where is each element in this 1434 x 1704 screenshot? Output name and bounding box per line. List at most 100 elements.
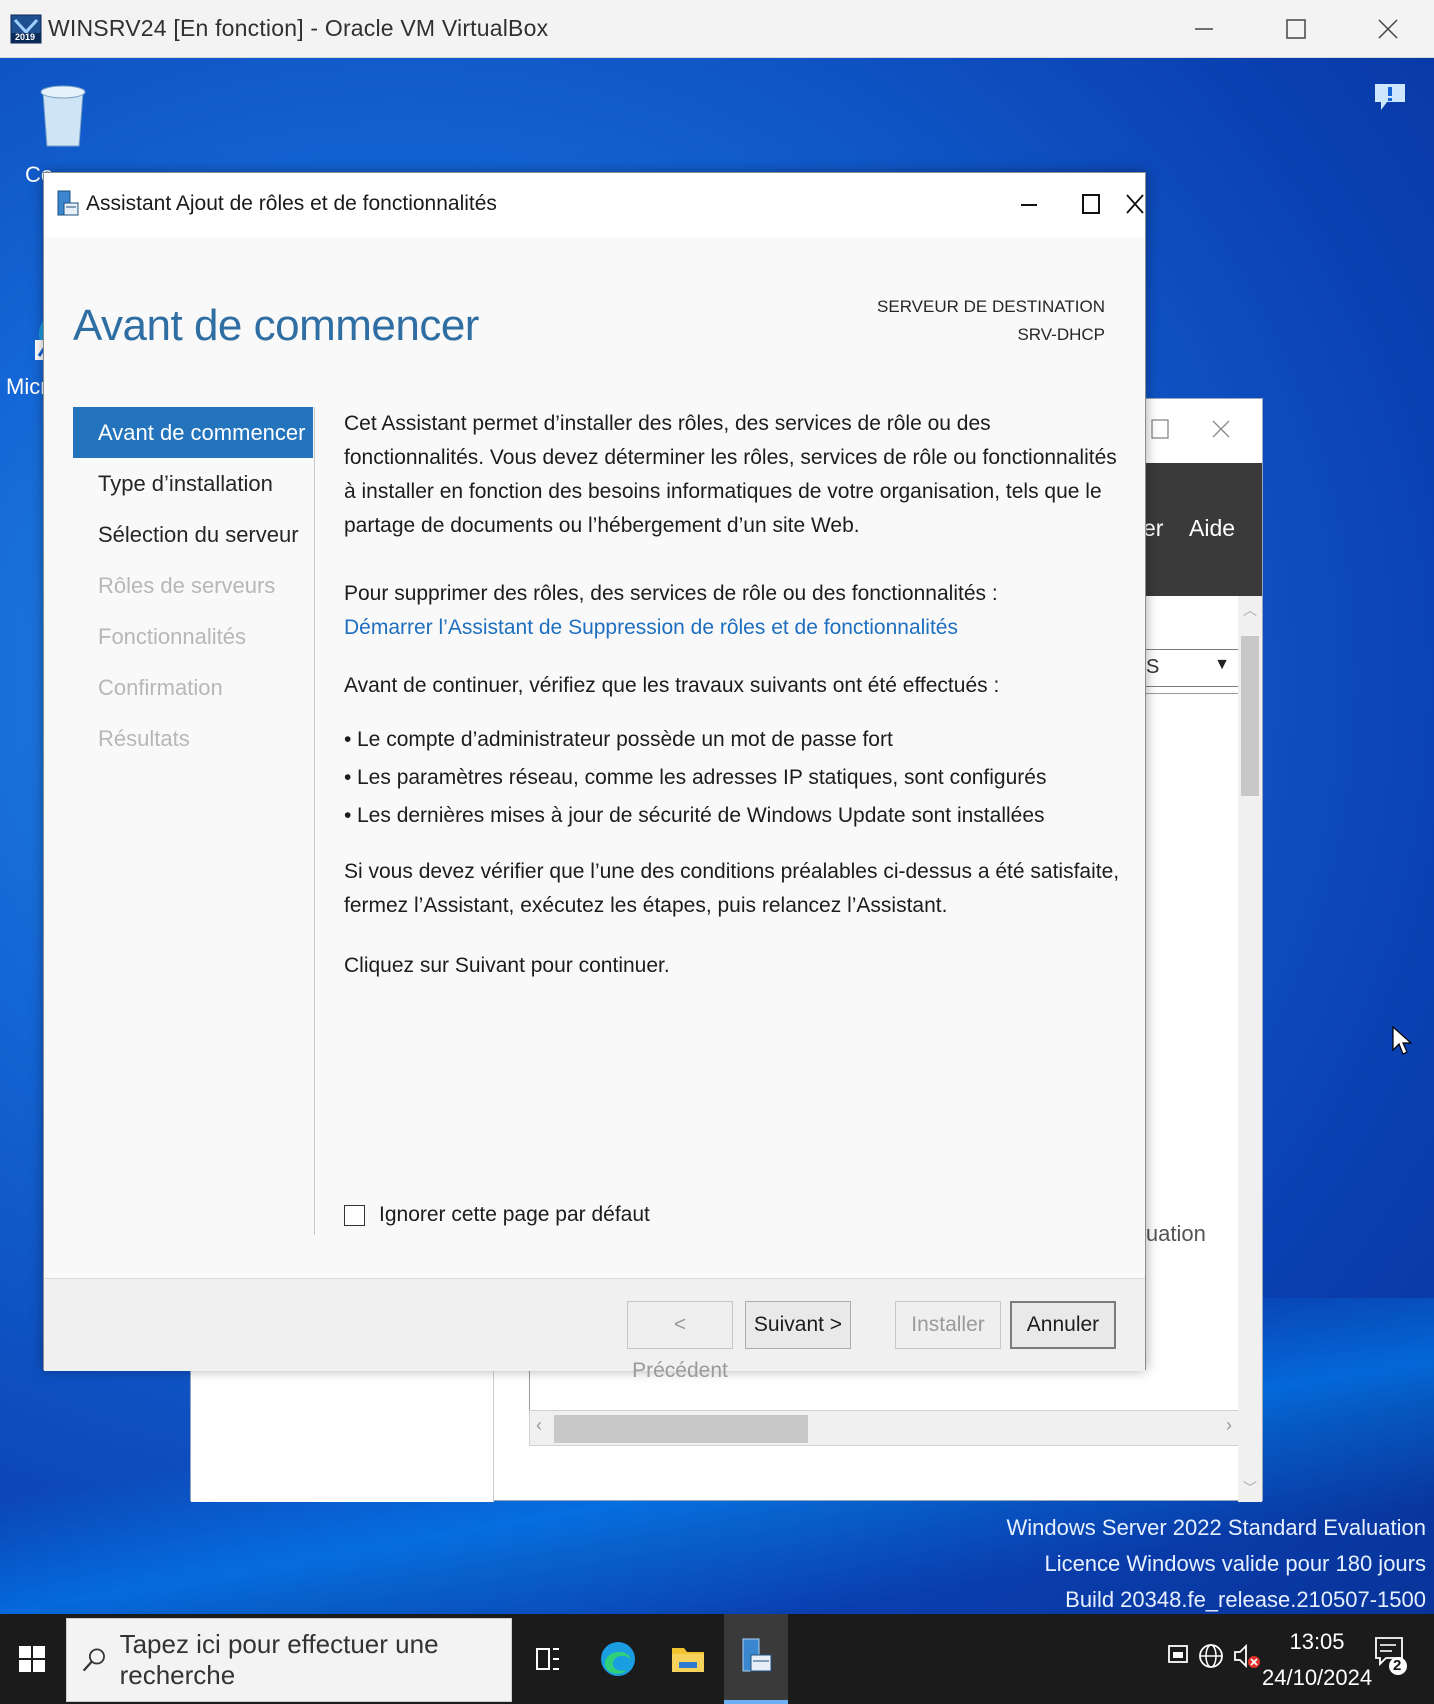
destination-value: SRV-DHCP (1017, 325, 1105, 344)
list-item: Le compte d’administrateur possède un mo… (344, 721, 1124, 759)
add-roles-wizard-dialog: Assistant Ajout de rôles et de fonctionn… (43, 172, 1146, 1382)
task-view-button[interactable] (516, 1614, 580, 1704)
host-titlebar: 2019 WINSRV24 [En fonction] - Oracle VM … (0, 0, 1434, 58)
recycle-bin-icon (40, 85, 86, 147)
taskbar: Tapez ici pour effectuer une recherche 1… (0, 1614, 1434, 1704)
maximize-icon (1151, 419, 1169, 439)
destination-server: SERVEUR DE DESTINATION SRV-DHCP (877, 293, 1105, 349)
start-button[interactable] (0, 1614, 64, 1704)
virtualbox-vm-icon: 2019 (10, 14, 42, 44)
notification-count-badge: 2 (1393, 1657, 1402, 1674)
folder-icon (672, 1648, 704, 1672)
nav-step-server-roles: Rôles de serveurs (98, 573, 276, 598)
wizard-window-title: Assistant Ajout de rôles et de fonctionn… (86, 192, 497, 215)
clock-date: 24/10/2024 (1262, 1665, 1373, 1690)
scroll-right-icon[interactable]: › (1226, 1415, 1232, 1436)
wizard-step-nav: Avant de commencer Type d’installation S… (73, 407, 313, 764)
close-icon (1378, 19, 1398, 39)
close-icon (1125, 194, 1144, 214)
host-close-button[interactable] (1342, 0, 1434, 58)
skip-page-option[interactable]: Ignorer cette page par défaut (344, 1203, 650, 1227)
verify-text: Si vous devez vérifier que l’une des con… (344, 860, 1120, 917)
clock-time: 13:05 (1289, 1629, 1345, 1654)
wizard-maximize-button[interactable] (1060, 173, 1122, 235)
skip-page-label[interactable]: Ignorer cette page par défaut (379, 1203, 650, 1227)
close-icon (1212, 420, 1230, 438)
destination-label: SERVEUR DE DESTINATION (877, 297, 1105, 316)
globe-network-icon[interactable] (1198, 1642, 1224, 1675)
server-manager-icon (742, 1638, 772, 1672)
wizard-minimize-button[interactable] (998, 173, 1060, 235)
skip-page-checkbox[interactable] (344, 1204, 365, 1226)
taskbar-search-box[interactable]: Tapez ici pour effectuer une recherche (66, 1618, 512, 1702)
vertical-scroll-thumb[interactable] (1241, 636, 1259, 796)
nav-step-server-selection[interactable]: Sélection du serveur (73, 509, 313, 560)
remove-roles-wizard-link[interactable]: Démarrer l’Assistant de Suppression de r… (344, 616, 958, 639)
feedback-icon[interactable] (1373, 82, 1407, 112)
minimize-icon (1021, 204, 1037, 206)
list-item: Les dernières mises à jour de sécurité d… (344, 797, 1124, 835)
notification-icon (1375, 1637, 1407, 1675)
page-title: Avant de commencer (73, 301, 479, 350)
menu-partial[interactable]: er (1143, 515, 1163, 542)
virtualbox-window: 2019 WINSRV24 [En fonction] - Oracle VM … (0, 0, 1434, 1704)
vertical-scrollbar[interactable]: ︿ ﹀ (1238, 596, 1262, 1502)
volume-muted-icon[interactable] (1232, 1642, 1260, 1675)
maximize-icon (1082, 194, 1100, 214)
server-manager-icon (56, 189, 80, 219)
wizard-content: Cet Assistant permet d’installer des rôl… (344, 407, 1124, 983)
watermark-build: Build 20348.fe_release.210507-1500 (1065, 1587, 1426, 1612)
list-item: Les paramètres réseau, comme les adresse… (344, 759, 1124, 797)
windows-logo-icon (19, 1646, 45, 1672)
host-icon-badge: 2019 (15, 32, 36, 42)
host-window-title: WINSRV24 [En fonction] - Oracle VM Virtu… (48, 15, 549, 41)
horizontal-scrollbar[interactable]: ‹ › (529, 1410, 1241, 1446)
prerequisites-list: Le compte d’administrateur possède un mo… (344, 721, 1124, 835)
watermark-license: Licence Windows valide pour 180 jours (1044, 1551, 1426, 1576)
nav-step-features: Fonctionnalités (98, 624, 246, 649)
cancel-button[interactable]: Annuler (1010, 1301, 1116, 1349)
nav-step-results: Résultats (98, 726, 190, 751)
install-button[interactable]: Installer (895, 1301, 1001, 1349)
nav-divider (314, 407, 315, 1235)
server-manager-taskbar-button[interactable] (724, 1614, 788, 1704)
watermark-edition: Windows Server 2022 Standard Evaluation (1006, 1515, 1426, 1540)
system-clock[interactable]: 13:05 24/10/2024 (1262, 1624, 1372, 1696)
scroll-left-icon[interactable]: ‹ (536, 1415, 542, 1436)
task-view-icon (536, 1648, 559, 1670)
maximize-icon (1286, 19, 1306, 39)
scroll-up-icon[interactable]: ︿ (1243, 600, 1257, 620)
network-adapter-icon[interactable] (1166, 1642, 1190, 1673)
partial-label: luation (1141, 1221, 1206, 1246)
windows-watermark: Windows Server 2022 Standard Evaluation … (1007, 1510, 1426, 1614)
mouse-cursor-icon (1392, 1025, 1413, 1061)
search-placeholder[interactable]: Tapez ici pour effectuer une recherche (120, 1629, 511, 1691)
host-maximize-button[interactable] (1250, 0, 1342, 58)
server-manager-dropdown[interactable]: S ▼ (1141, 649, 1241, 687)
remove-roles-text: Pour supprimer des rôles, des services d… (344, 582, 998, 605)
file-explorer-button[interactable] (656, 1614, 720, 1704)
nav-step-before-you-begin[interactable]: Avant de commencer (73, 407, 313, 458)
server-manager-maximize-button[interactable] (1151, 419, 1169, 444)
nav-step-confirmation: Confirmation (98, 675, 223, 700)
notification-center-button[interactable]: 2 (1374, 1636, 1408, 1681)
guest-desktop: Co Micro Windows Server 2022 Standard Ev… (0, 58, 1434, 1614)
wizard-footer: < Précédent Suivant > Installer Annuler (44, 1278, 1145, 1382)
search-icon (82, 1648, 105, 1672)
prerequisites-intro: Avant de continuer, vérifiez que les tra… (344, 674, 1000, 697)
next-button[interactable]: Suivant > (745, 1301, 851, 1349)
wizard-close-button[interactable] (1122, 173, 1147, 235)
dropdown-arrow-icon: ▼ (1214, 656, 1230, 673)
previous-button[interactable]: < Précédent (627, 1301, 733, 1382)
edge-icon (601, 1642, 635, 1676)
menu-help[interactable]: Aide (1189, 515, 1235, 542)
host-minimize-button[interactable] (1158, 0, 1250, 58)
dropdown-value: S (1146, 656, 1160, 678)
next-hint-text: Cliquez sur Suivant pour continuer. (344, 954, 670, 977)
scroll-down-icon[interactable]: ﹀ (1243, 1478, 1257, 1498)
horizontal-scroll-thumb[interactable] (554, 1415, 808, 1443)
server-manager-close-button[interactable] (1211, 419, 1231, 444)
wizard-titlebar: Assistant Ajout de rôles et de fonctionn… (44, 173, 1145, 237)
nav-step-installation-type[interactable]: Type d’installation (73, 458, 313, 509)
edge-taskbar-button[interactable] (586, 1614, 650, 1704)
